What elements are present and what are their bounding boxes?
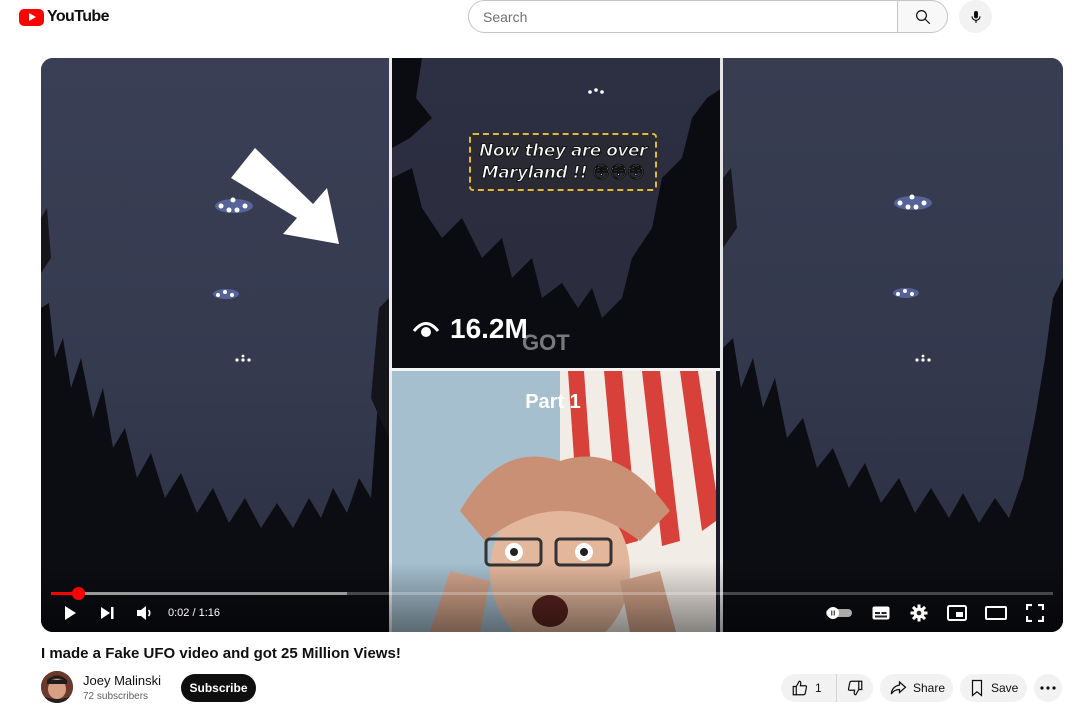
progress-scrubber[interactable]	[72, 587, 86, 600]
search-input[interactable]: Search	[468, 0, 898, 33]
youtube-play-icon	[19, 8, 44, 26]
more-horizontal-icon	[1040, 686, 1056, 690]
part-label: Part 1	[525, 391, 581, 413]
ufo-scene-left	[41, 148, 389, 632]
theater-mode-button[interactable]	[984, 601, 1008, 625]
search-icon	[915, 9, 930, 24]
progress-bar[interactable]	[51, 587, 1053, 600]
ufo-light	[588, 88, 604, 94]
volume-icon	[137, 606, 151, 620]
thumbs-up-icon	[792, 680, 808, 696]
video-frame-left	[41, 58, 389, 632]
miniplayer-button[interactable]	[945, 601, 969, 625]
next-icon	[101, 607, 114, 619]
time-current: 0:02	[168, 607, 190, 619]
play-button[interactable]	[59, 601, 81, 625]
ufo-light	[915, 354, 931, 362]
voice-search-button[interactable]	[959, 0, 992, 33]
caption-line-1: Now they are over	[479, 141, 648, 162]
masthead: YouTube Search	[0, 0, 1080, 34]
theater-icon	[985, 606, 1007, 620]
fullscreen-icon	[1026, 604, 1044, 622]
youtube-logo[interactable]: YouTube	[19, 8, 109, 26]
arrow-graphic	[231, 148, 339, 244]
progress-buffer	[51, 592, 347, 595]
subscribe-button[interactable]: Subscribe	[181, 674, 256, 702]
play-icon	[65, 606, 76, 620]
time-separator: /	[189, 607, 199, 619]
ufo-light	[215, 197, 253, 213]
thumbs-down-icon	[847, 680, 863, 696]
like-count: 1	[815, 681, 822, 695]
volume-button[interactable]	[133, 601, 157, 625]
logo-text: YouTube	[47, 8, 109, 25]
ufo-light	[893, 288, 919, 298]
eye-icon	[412, 322, 440, 337]
time-display: 0:02 / 1:16	[168, 607, 220, 619]
video-title: I made a Fake UFO video and got 25 Milli…	[41, 645, 401, 662]
ufo-scene-right	[723, 168, 1063, 632]
subscriber-count: 72 subscribers	[83, 691, 149, 702]
miniplayer-icon	[947, 605, 967, 621]
time-duration: 1:16	[198, 607, 221, 619]
subtitles-button[interactable]	[869, 601, 893, 625]
save-button[interactable]: Save	[960, 674, 1027, 702]
share-button[interactable]: Share	[880, 674, 953, 702]
search-button[interactable]	[897, 0, 948, 33]
channel-name[interactable]: Joey Malinski	[83, 673, 161, 688]
like-dislike-group: 1	[781, 674, 873, 702]
search-placeholder: Search	[483, 8, 528, 25]
ufo-light	[894, 194, 932, 210]
dislike-button[interactable]	[837, 674, 873, 702]
caption-overlay: Now they are over Maryland !! 😳😳😳	[469, 133, 657, 191]
mic-icon	[970, 10, 981, 23]
bookmark-icon	[971, 679, 983, 697]
autoplay-toggle[interactable]	[825, 601, 853, 625]
next-button[interactable]	[96, 601, 118, 625]
more-actions-button[interactable]	[1034, 674, 1062, 702]
save-label: Save	[991, 681, 1019, 695]
channel-avatar[interactable]	[41, 671, 73, 703]
subtitles-icon	[872, 606, 890, 620]
gear-icon	[910, 604, 928, 622]
like-button[interactable]: 1	[781, 674, 837, 702]
frame-divider	[390, 368, 720, 371]
ufo-light	[213, 289, 239, 299]
view-count-overlay: 16.2M	[412, 313, 528, 345]
video-player[interactable]: Now they are over Maryland !! 😳😳😳 16.2M …	[41, 58, 1063, 632]
caption-line-2: Maryland !! 😳😳😳	[481, 163, 645, 184]
settings-button[interactable]	[907, 601, 931, 625]
view-count-text: 16.2M	[450, 313, 528, 344]
got-text: GOT	[522, 330, 570, 355]
fullscreen-button[interactable]	[1023, 601, 1047, 625]
frame-divider	[389, 58, 392, 632]
frame-divider	[720, 58, 723, 632]
ufo-light	[235, 354, 251, 362]
video-frame-top-center: Now they are over Maryland !! 😳😳😳 16.2M …	[392, 58, 722, 368]
video-frame-right	[723, 58, 1063, 632]
autoplay-toggle-icon	[826, 607, 852, 619]
share-label: Share	[913, 681, 946, 695]
share-icon	[890, 680, 907, 695]
avatar-image	[41, 671, 73, 703]
